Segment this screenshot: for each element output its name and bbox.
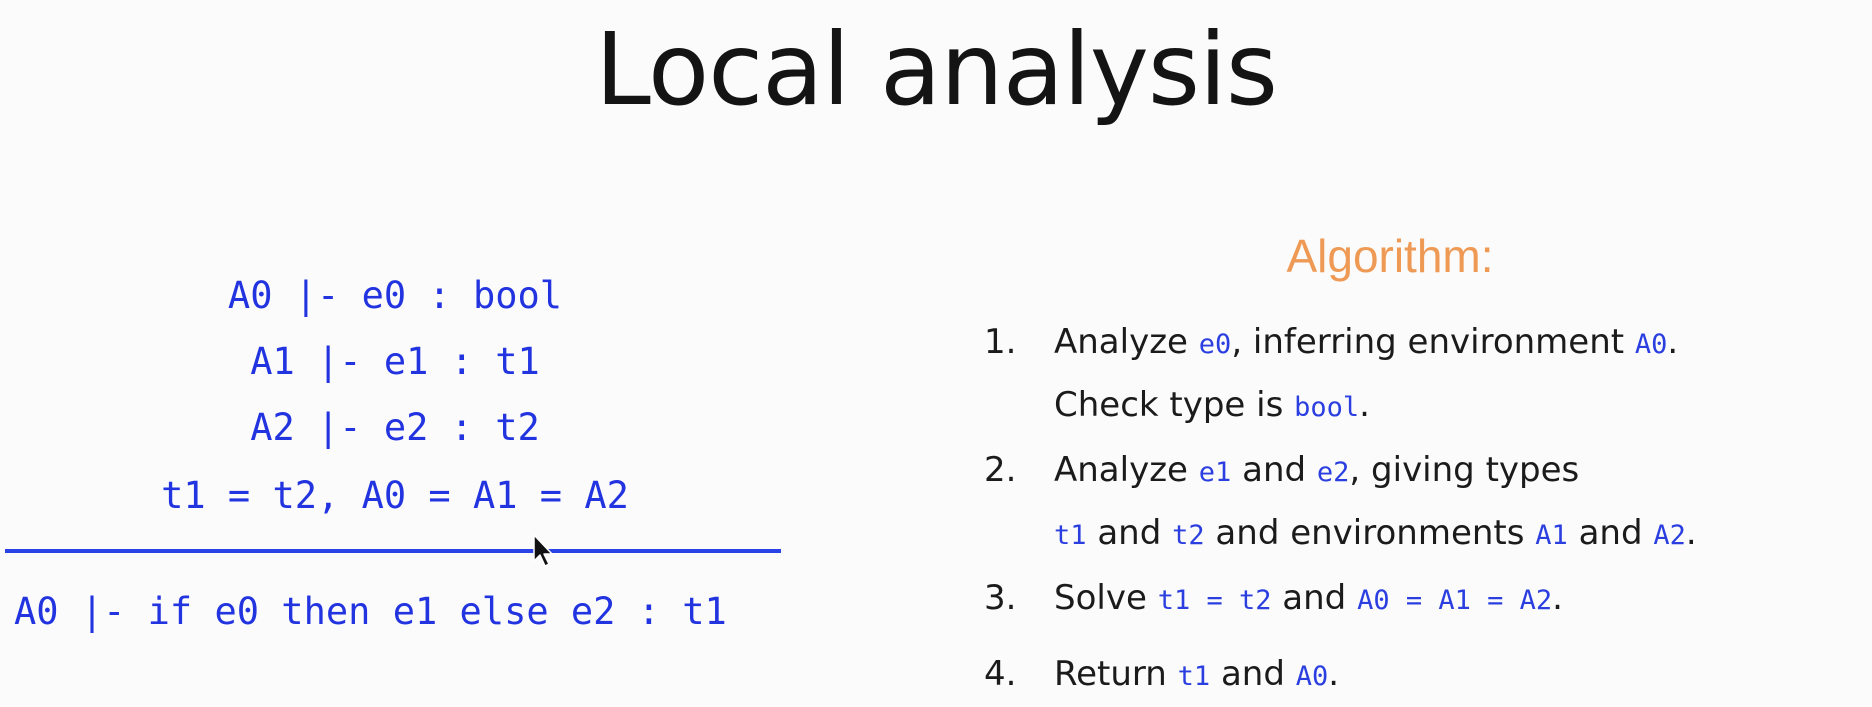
- code-term: t2: [1172, 520, 1205, 551]
- step-line: Solve t1 = t2 and A0 = A1 = A2.: [1054, 578, 1563, 618]
- code-term: e0: [1198, 329, 1232, 360]
- step-number: 4.: [984, 654, 1017, 694]
- step-number: 3.: [984, 578, 1017, 618]
- step-number: 2.: [984, 450, 1017, 490]
- inference-rule: A0 |- e0 : bool A1 |- e1 : t1 A2 |- e2 :…: [0, 0, 790, 698]
- mouse-pointer-icon: [533, 534, 553, 567]
- code-term: bool: [1294, 392, 1360, 423]
- step-line: Analyze e1 and e2, giving types: [1054, 450, 1580, 490]
- rule-conclusion: A0 |- if e0 then e1 else e2 : t1: [14, 590, 727, 633]
- step-line: Analyze e0, inferring environment A0.: [1054, 322, 1679, 362]
- code-term: A1: [1535, 520, 1568, 551]
- step-text: Solve t1 = t2 and A0 = A1 = A2.: [1054, 568, 1563, 631]
- slide: Local analysis A0 |- e0 : bool A1 |- e1 …: [0, 0, 1872, 698]
- step-text: Analyze e0, inferring environment A0. Ch…: [1054, 312, 1678, 438]
- code-term: e2: [1316, 457, 1350, 488]
- premise-condition: A0 |- e0 : bool: [227, 274, 563, 317]
- code-term: A2: [1653, 520, 1686, 551]
- step-line: t1 and t2 and environments A1 and A2.: [1054, 513, 1697, 553]
- inference-bar: [5, 549, 781, 553]
- premise-else-branch: A2 |- e2 : t2: [250, 406, 540, 449]
- code-term: A0: [1295, 661, 1329, 692]
- code-term: A0 = A1 = A2: [1357, 585, 1553, 616]
- premise-then-branch: A1 |- e1 : t1: [250, 340, 540, 383]
- code-term: t1 = t2: [1157, 585, 1272, 616]
- premise-constraints: t1 = t2, A0 = A1 = A2: [161, 474, 629, 517]
- code-term: t1: [1177, 661, 1211, 692]
- code-term: t1: [1054, 520, 1087, 551]
- step-number: 1.: [984, 322, 1017, 362]
- code-term: e1: [1198, 457, 1232, 488]
- algorithm-heading: Algorithm:: [1286, 230, 1494, 282]
- step-line: Check type is bool.: [1054, 385, 1370, 425]
- step-text: Analyze e1 and e2, giving types t1 and t…: [1054, 440, 1697, 566]
- code-term: A0: [1634, 329, 1668, 360]
